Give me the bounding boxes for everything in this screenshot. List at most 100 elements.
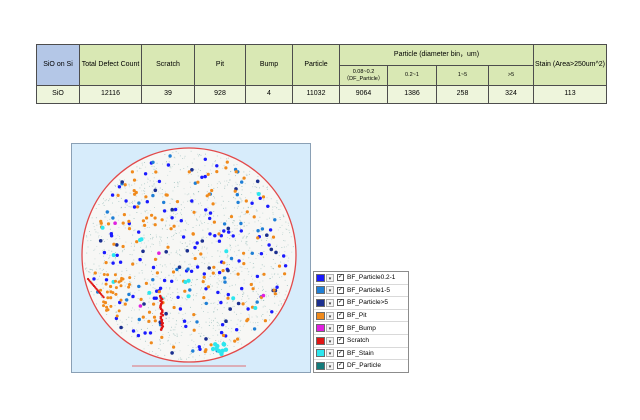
color-swatch[interactable]: [316, 361, 325, 370]
df-particle-point: [188, 200, 190, 202]
df-particle-point: [177, 152, 179, 154]
df-particle-point: [262, 234, 264, 236]
chevron-down-icon[interactable]: ▾: [326, 349, 334, 358]
legend-item[interactable]: ▾ ✓ BF_Particle0.2-1: [314, 272, 408, 285]
df-particle-point: [196, 211, 198, 213]
df-particle-point: [160, 236, 162, 238]
chevron-down-icon[interactable]: ▾: [326, 273, 334, 282]
chevron-down-icon[interactable]: ▾: [326, 361, 334, 370]
defect-point: [201, 280, 205, 284]
df-particle-point: [132, 307, 133, 309]
df-particle-point: [105, 216, 107, 218]
color-swatch[interactable]: [316, 324, 325, 333]
df-particle-point: [100, 272, 102, 274]
chevron-down-icon[interactable]: ▾: [326, 286, 334, 295]
df-particle-point: [102, 239, 104, 240]
chevron-down-icon[interactable]: ▾: [326, 336, 334, 345]
df-particle-point: [247, 206, 249, 208]
chevron-down-icon[interactable]: ▾: [326, 311, 334, 320]
visibility-checkbox[interactable]: ✓: [337, 324, 344, 332]
legend-item[interactable]: ▾ ✓ BF_Pit: [314, 310, 408, 323]
df-particle-point: [203, 215, 205, 217]
df-particle-point: [211, 285, 213, 287]
df-particle-point: [128, 316, 130, 318]
defect-point: [251, 287, 255, 291]
legend-item[interactable]: ▾ ✓ DF_Particle: [314, 360, 408, 372]
defect-point: [160, 335, 164, 339]
df-particle-point: [204, 284, 206, 285]
df-particle-point: [272, 212, 274, 214]
df-particle-point: [289, 232, 291, 234]
defect-point: [169, 227, 173, 231]
df-particle-point: [262, 318, 264, 320]
df-particle-point: [265, 294, 267, 296]
legend-item[interactable]: ▾ ✓ BF_Particle1-5: [314, 285, 408, 298]
visibility-checkbox[interactable]: ✓: [337, 299, 344, 307]
df-particle-point: [274, 302, 276, 304]
df-particle-point: [230, 319, 232, 321]
df-particle-point: [260, 222, 262, 224]
defect-point: [137, 201, 141, 205]
defect-point: [105, 290, 109, 294]
color-swatch[interactable]: [316, 349, 325, 358]
visibility-checkbox[interactable]: ✓: [337, 286, 344, 294]
df-particle-point: [210, 288, 212, 290]
df-particle-point: [270, 237, 272, 239]
df-particle-point: [226, 291, 228, 293]
df-particle-point: [145, 247, 147, 249]
color-swatch[interactable]: [316, 311, 325, 320]
df-particle-point: [208, 197, 209, 199]
visibility-checkbox[interactable]: ✓: [337, 337, 344, 345]
legend-item[interactable]: ▾ ✓ BF_Stain: [314, 348, 408, 361]
visibility-checkbox[interactable]: ✓: [337, 362, 344, 370]
color-swatch[interactable]: [316, 273, 325, 282]
visibility-checkbox[interactable]: ✓: [337, 274, 344, 282]
df-particle-point: [215, 202, 217, 204]
visibility-checkbox[interactable]: ✓: [337, 349, 344, 357]
df-particle-point: [124, 206, 126, 208]
defect-point: [179, 219, 183, 223]
legend-item[interactable]: ▾ ✓ BF_Particle>5: [314, 297, 408, 310]
visibility-checkbox[interactable]: ✓: [337, 312, 344, 320]
defect-point: [122, 213, 126, 217]
df-particle-point: [246, 301, 248, 303]
df-particle-point: [180, 358, 182, 360]
df-particle-point: [205, 153, 206, 155]
color-swatch[interactable]: [316, 298, 325, 307]
legend-item[interactable]: ▾ ✓ BF_Bump: [314, 322, 408, 335]
df-particle-point: [243, 282, 245, 284]
color-swatch[interactable]: [316, 336, 325, 345]
defect-point: [136, 333, 141, 338]
defect-point: [150, 213, 154, 217]
df-particle-point: [255, 322, 256, 324]
defect-point: [147, 310, 152, 314]
df-particle-point: [157, 276, 159, 278]
df-particle-point: [159, 193, 161, 195]
df-particle-point: [211, 173, 212, 174]
chevron-down-icon[interactable]: ▾: [326, 298, 334, 307]
df-particle-point: [102, 282, 103, 284]
df-particle-point: [124, 281, 126, 283]
defect-point: [99, 221, 103, 225]
df-particle-point: [184, 155, 186, 157]
cell-bin-2: 258: [436, 85, 489, 104]
chevron-down-icon[interactable]: ▾: [326, 324, 334, 333]
df-particle-point: [240, 227, 241, 229]
df-particle-point: [241, 178, 243, 180]
defect-point: [132, 178, 137, 182]
df-particle-point: [147, 178, 149, 180]
df-particle-point: [94, 258, 96, 260]
df-particle-point: [131, 225, 133, 227]
color-swatch[interactable]: [316, 286, 325, 295]
df-particle-point: [183, 168, 185, 169]
df-particle-point: [220, 292, 221, 294]
defect-point: [162, 200, 166, 205]
df-particle-point: [147, 307, 149, 309]
df-particle-point: [213, 311, 214, 313]
df-particle-point: [228, 255, 229, 257]
df-particle-point: [121, 206, 122, 208]
df-particle-point: [95, 268, 97, 270]
df-particle-point: [229, 235, 231, 236]
defect-point: [192, 210, 196, 214]
legend-item[interactable]: ▾ ✓ Scratch: [314, 335, 408, 348]
